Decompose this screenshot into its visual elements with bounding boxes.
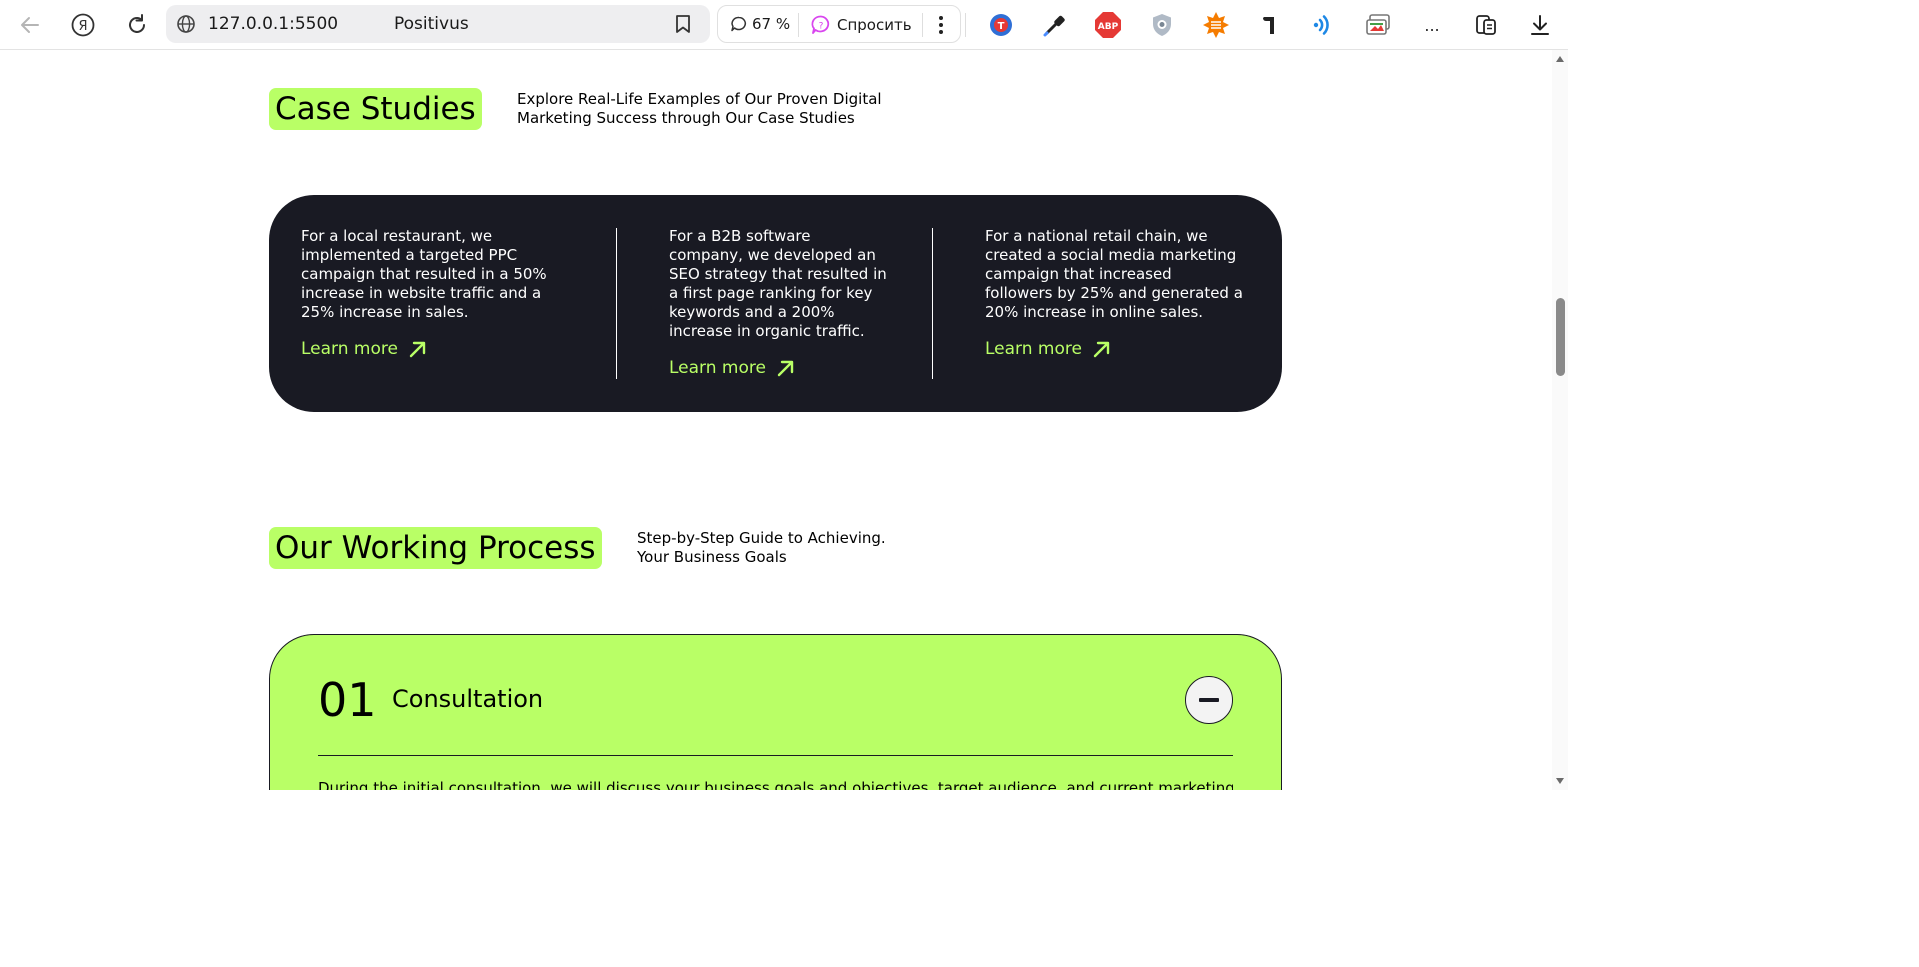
arrow-up-right-icon: [1093, 341, 1110, 358]
case-study-text: For a B2B software company, we developed…: [669, 227, 887, 340]
divider: [965, 13, 966, 37]
eyedropper-ext-icon[interactable]: [1041, 11, 1069, 39]
paragraph-ext-icon[interactable]: [1255, 11, 1283, 39]
globe-icon: [176, 14, 196, 38]
scroll-down-arrow-icon[interactable]: [1556, 778, 1564, 784]
reload-icon[interactable]: [123, 11, 151, 39]
ask-label: Спросить: [837, 16, 912, 34]
process-step-card: 01 Consultation During the initial consu…: [269, 634, 1282, 790]
step-body: During the initial consultation, we will…: [318, 779, 1233, 790]
case-study-item: For a B2B software company, we developed…: [669, 227, 887, 378]
page-viewport: Case Studies Explore Real-Life Examples …: [0, 50, 1552, 790]
arrow-up-right-icon: [777, 360, 794, 377]
kebab-icon[interactable]: [934, 14, 948, 36]
page-title: Positivus: [394, 14, 469, 34]
case-studies-description: Explore Real-Life Examples of Our Proven…: [517, 90, 882, 127]
case-studies-card: For a local restaurant, we implemented a…: [269, 195, 1282, 412]
case-study-item: For a local restaurant, we implemented a…: [301, 227, 569, 359]
back-arrow-icon[interactable]: [16, 11, 44, 39]
svg-text:T: T: [998, 21, 1005, 32]
adblock-ext-icon[interactable]: ABP: [1094, 11, 1122, 39]
case-studies-heading: Case Studies: [269, 88, 482, 130]
step-divider: [318, 755, 1233, 756]
sun-ext-icon[interactable]: [1202, 11, 1230, 39]
case-divider: [932, 228, 933, 379]
page-scrollbar[interactable]: [1552, 50, 1568, 790]
svg-text:?: ?: [819, 22, 824, 32]
zoom-control[interactable]: 67 %: [730, 15, 790, 33]
learn-more-label: Learn more: [985, 338, 1082, 359]
case-study-item: For a national retail chain, we created …: [985, 227, 1243, 359]
svg-text:ABP: ABP: [1098, 22, 1119, 32]
learn-more-label: Learn more: [669, 357, 766, 378]
working-process-description: Step-by-Step Guide to Achieving. Your Bu…: [637, 529, 886, 566]
learn-more-link[interactable]: Learn more: [669, 358, 887, 378]
divider: [922, 13, 923, 37]
comments-icon: [731, 16, 747, 32]
browser-toolbar: Я 127.0.0.1:5500 Positivus 67 % ? Спроси…: [0, 0, 1568, 50]
ask-button[interactable]: ? Спросить: [810, 14, 912, 36]
translate-ext-icon[interactable]: T: [987, 11, 1015, 39]
more-extensions-button[interactable]: ...: [1418, 11, 1446, 39]
zoom-level: 67 %: [752, 15, 791, 33]
minus-icon: [1199, 698, 1219, 702]
learn-more-link[interactable]: Learn more: [985, 339, 1243, 359]
case-divider: [616, 228, 617, 379]
url-text[interactable]: 127.0.0.1:5500: [208, 14, 338, 34]
learn-more-link[interactable]: Learn more: [301, 339, 569, 359]
screenshot-ext-icon[interactable]: [1364, 11, 1392, 39]
working-process-heading: Our Working Process: [269, 527, 602, 569]
ask-ai-icon: ?: [811, 15, 830, 34]
case-study-text: For a national retail chain, we created …: [985, 227, 1243, 321]
divider: [798, 13, 799, 37]
download-icon[interactable]: [1526, 11, 1554, 39]
svg-text:Я: Я: [78, 19, 87, 34]
scrollbar-thumb[interactable]: [1556, 298, 1565, 376]
address-bar[interactable]: 127.0.0.1:5500 Positivus: [166, 5, 710, 43]
collections-icon[interactable]: [1472, 11, 1500, 39]
scroll-up-arrow-icon[interactable]: [1556, 56, 1564, 62]
bookmark-icon[interactable]: [674, 14, 692, 38]
step-title: Consultation: [392, 685, 544, 713]
case-study-text: For a local restaurant, we implemented a…: [301, 227, 547, 321]
learn-more-label: Learn more: [301, 338, 398, 359]
collapse-button[interactable]: [1185, 676, 1233, 724]
shield-ext-icon[interactable]: [1148, 11, 1176, 39]
wifi-ext-icon[interactable]: [1309, 11, 1337, 39]
assistant-pill: 67 % ? Спросить: [717, 5, 961, 43]
yandex-icon[interactable]: Я: [69, 11, 97, 39]
arrow-up-right-icon: [409, 341, 426, 358]
step-number: 01: [318, 673, 377, 727]
